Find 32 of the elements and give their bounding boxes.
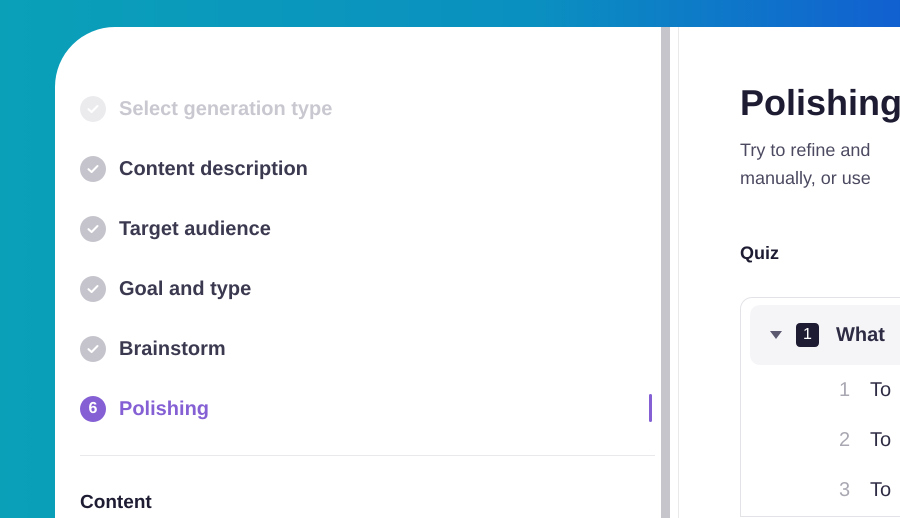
section-heading: Content (80, 491, 153, 515)
step-item[interactable]: Goal and type (80, 259, 655, 319)
answer-text: To (870, 428, 892, 454)
step-number-badge: 6 (80, 396, 106, 422)
page-title: Polishing (740, 81, 900, 124)
question-number-badge: 1 (796, 323, 819, 348)
check-circle-icon (80, 276, 106, 302)
check-circle-icon (80, 156, 106, 182)
section-heading: Quiz (740, 242, 780, 266)
question-text: What (836, 323, 885, 348)
scrollbar[interactable] (661, 27, 670, 518)
description-text: manually, or use (740, 167, 872, 190)
check-circle-icon (80, 216, 106, 242)
step-item[interactable]: Content description (80, 139, 655, 199)
step-label: Polishing (119, 397, 209, 422)
answer-text: To (870, 478, 892, 504)
step-label: Target audience (119, 217, 271, 242)
answer-number: 2 (839, 428, 852, 454)
step-item[interactable]: Target audience (80, 199, 655, 259)
question-header[interactable]: 1 What (750, 305, 900, 366)
step-item[interactable]: Brainstorm (80, 319, 655, 379)
check-circle-icon (80, 336, 106, 362)
description-text: Try to refine and (740, 139, 872, 162)
answer-number: 1 (839, 378, 852, 404)
answer-number: 3 (839, 478, 852, 504)
answer-text: To (870, 378, 892, 404)
step-label: Goal and type (119, 277, 252, 302)
step-label: Content description (119, 157, 308, 182)
caret-down-icon[interactable] (770, 330, 782, 340)
step-label: Brainstorm (119, 337, 226, 362)
active-indicator (649, 394, 652, 422)
step-item[interactable]: 6 Polishing (80, 379, 655, 439)
